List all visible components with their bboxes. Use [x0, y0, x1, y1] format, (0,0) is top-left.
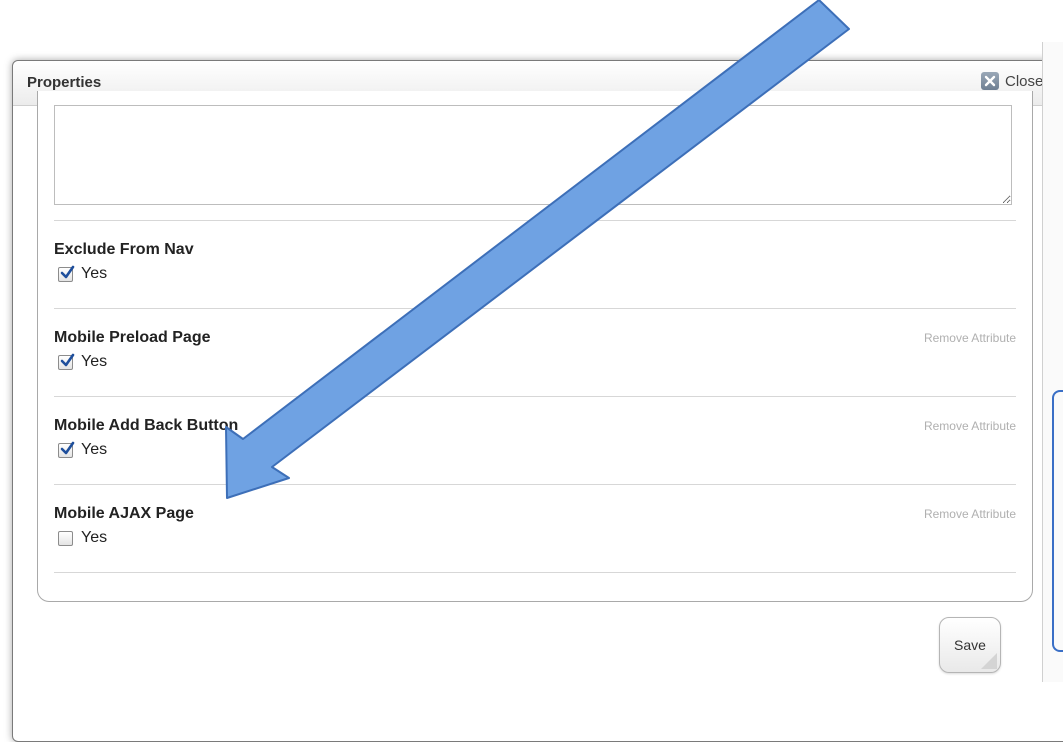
dialog-title: Properties	[27, 74, 102, 91]
properties-dialog: Properties Close Exclude From Nav Yes Mo…	[12, 60, 1063, 742]
attribute-mobile-add-back-button: Mobile Add Back Button Remove Attribute …	[54, 417, 1016, 477]
attribute-mobile-preload-page: Mobile Preload Page Remove Attribute Yes	[54, 329, 1016, 389]
properties-content-panel: Exclude From Nav Yes Mobile Preload Page…	[37, 91, 1033, 602]
checkbox[interactable]	[58, 530, 73, 546]
attribute-label: Mobile AJAX Page	[54, 505, 194, 522]
attribute-mobile-ajax-page: Mobile AJAX Page Remove Attribute Yes	[54, 505, 1016, 565]
divider	[54, 396, 1016, 397]
checkbox[interactable]	[58, 353, 75, 370]
divider	[54, 220, 1016, 221]
checkbox-row: Yes	[58, 529, 107, 547]
checkbox-label[interactable]: Yes	[81, 353, 107, 371]
save-label[interactable]: Save	[954, 637, 986, 653]
checkbox-row: Yes	[58, 265, 107, 283]
checkbox-row: Yes	[58, 441, 107, 459]
checkbox[interactable]	[58, 441, 75, 458]
attribute-label: Exclude From Nav	[54, 241, 194, 258]
close-label[interactable]: Close	[1005, 73, 1043, 90]
save-corner-fold	[981, 653, 997, 669]
attribute-exclude-from-nav: Exclude From Nav Yes	[54, 241, 1016, 301]
checkmark-icon	[60, 441, 75, 454]
divider	[54, 308, 1016, 309]
checkmark-icon	[60, 265, 75, 278]
checkbox-label[interactable]: Yes	[81, 441, 107, 459]
right-side-panel-highlight	[1052, 390, 1063, 652]
description-textarea[interactable]	[54, 105, 1012, 205]
checkbox-label[interactable]: Yes	[81, 265, 107, 283]
checkbox-row: Yes	[58, 353, 107, 371]
save-button[interactable]: Save	[939, 617, 1001, 673]
close-button[interactable]: Close	[981, 72, 1043, 90]
close-x-icon[interactable]	[981, 72, 999, 90]
divider	[54, 484, 1016, 485]
background-page-fragment	[60, 40, 260, 58]
remove-attribute-link[interactable]: Remove Attribute	[924, 507, 1016, 521]
attribute-label: Mobile Preload Page	[54, 329, 211, 346]
attribute-label: Mobile Add Back Button	[54, 417, 239, 434]
divider	[54, 572, 1016, 573]
remove-attribute-link[interactable]: Remove Attribute	[924, 331, 1016, 345]
checkbox-label[interactable]: Yes	[81, 529, 107, 547]
checkmark-icon	[60, 353, 75, 366]
checkbox[interactable]	[58, 265, 75, 282]
remove-attribute-link[interactable]: Remove Attribute	[924, 419, 1016, 433]
